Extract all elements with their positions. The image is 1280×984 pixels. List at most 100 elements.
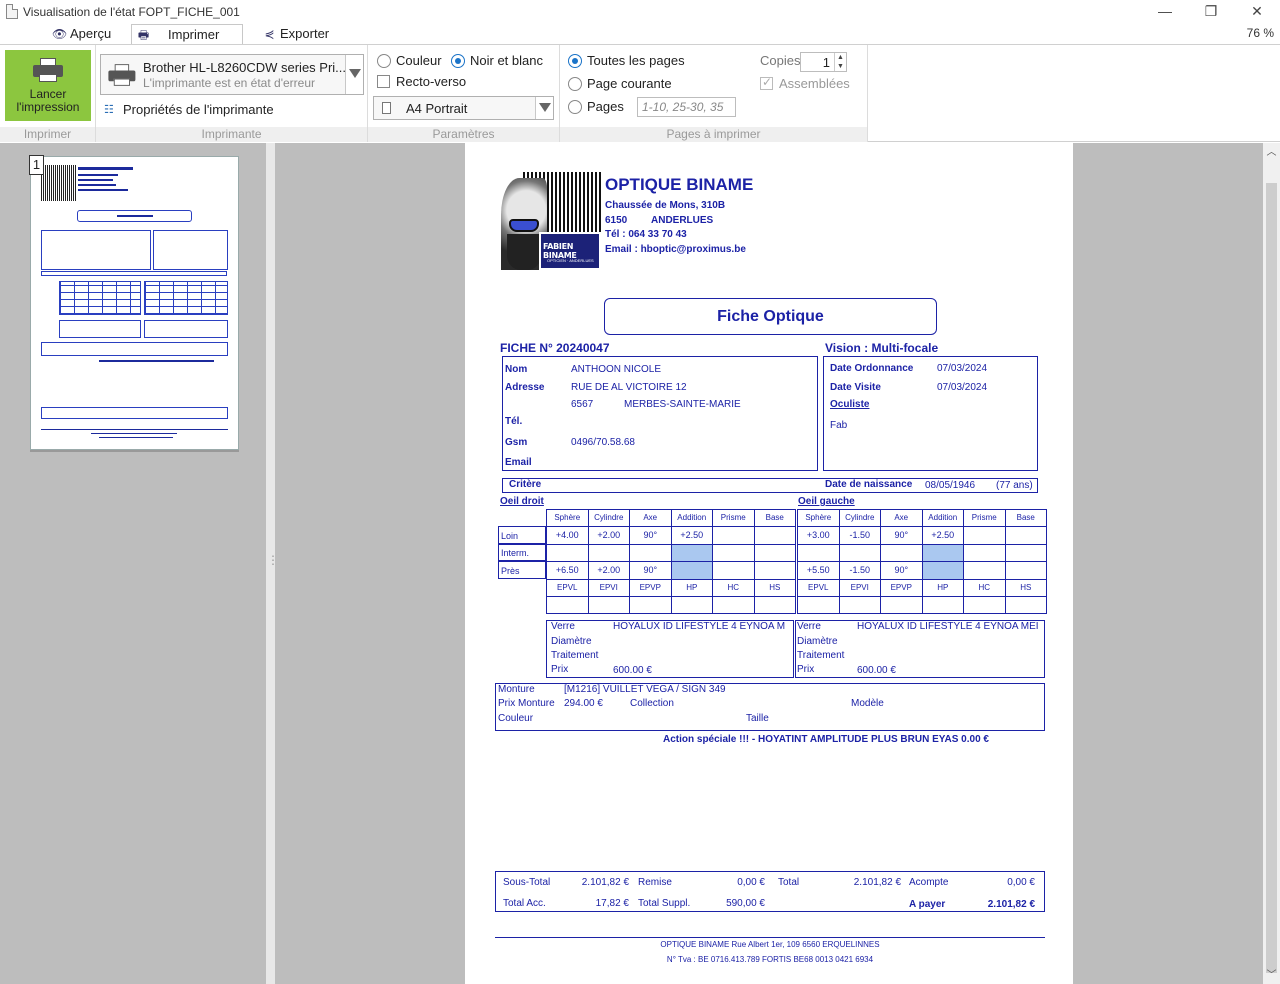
tab-imprimer[interactable]: 🖶 Imprimer xyxy=(131,24,243,45)
fiche-number: FICHE N° 20240047 xyxy=(500,341,610,355)
date-visite-label: Date Visite xyxy=(830,382,881,393)
grid-header: Addition xyxy=(921,509,964,527)
launch-print-button[interactable]: Lancer l'impression xyxy=(5,50,91,121)
printer-properties-label: Propriétés de l'imprimante xyxy=(123,102,274,117)
grid-cell xyxy=(1004,526,1047,545)
page-thumbnail[interactable] xyxy=(30,156,239,450)
grid-cell: +2.50 xyxy=(921,526,964,545)
grid-cell xyxy=(1004,561,1047,580)
grid-cell xyxy=(670,561,713,580)
share-icon: ⋞ xyxy=(264,27,275,41)
radio-current-page[interactable]: Page courante xyxy=(568,76,672,91)
grid-cell: 90° xyxy=(629,526,672,545)
paper-format-value: A4 Portrait xyxy=(406,101,468,116)
document-icon xyxy=(6,4,18,19)
ribbon: Lancer l'impression Imprimer Brother HL-… xyxy=(0,44,1280,142)
pages-range-input[interactable]: 1-10, 25-30, 35 xyxy=(637,97,736,117)
oeil-droit-label: Oeil droit xyxy=(500,496,544,507)
client-nom-label: Nom xyxy=(505,364,528,375)
grid-header: Base xyxy=(753,509,796,527)
grid-cell xyxy=(712,596,755,614)
grid-cell: -1.50 xyxy=(838,561,881,580)
sous-total-label: Sous-Total xyxy=(503,877,551,888)
radio-bw[interactable]: Noir et blanc xyxy=(451,53,543,68)
tab-bar: 👁 Aperçu 🖶 Imprimer ⋞ Exporter 76 % xyxy=(0,24,1280,45)
thumbnail-pane: 1 xyxy=(0,143,266,984)
preview-pane: FABIEN BINAME OPTICIEN · ANDERLUES OPTIQU… xyxy=(275,143,1263,984)
chevron-down-icon[interactable]: ﹀ xyxy=(1263,968,1280,984)
verre-left-trait-label: Traitement xyxy=(551,650,599,661)
client-tel-label: Tél. xyxy=(505,416,523,427)
checkbox-duplex[interactable]: Recto-verso xyxy=(377,74,466,89)
remise-label: Remise xyxy=(638,877,672,888)
pane-splitter[interactable] xyxy=(266,143,279,984)
paper-format-select[interactable]: A4 Portrait xyxy=(373,96,554,120)
client-zip: 6567 xyxy=(571,399,594,410)
company-zip: 6150 xyxy=(605,215,628,226)
chevron-up-icon: ▲ xyxy=(837,54,844,61)
document-page: FABIEN BINAME OPTICIEN · ANDERLUES OPTIQU… xyxy=(465,143,1073,984)
vertical-scrollbar[interactable]: ︿ ﹀ xyxy=(1263,143,1280,984)
page-icon xyxy=(382,102,391,114)
checkbox-collate[interactable]: Assemblées xyxy=(760,75,850,91)
printer-select[interactable]: Brother HL-L8260CDW series Pri... L'impr… xyxy=(100,54,364,95)
spin-buttons[interactable]: ▲ ▼ xyxy=(834,53,846,71)
copies-stepper[interactable]: 1 ▲ ▼ xyxy=(800,52,847,72)
grid-header: HC xyxy=(963,579,1006,597)
total-acc-label: Total Acc. xyxy=(503,898,546,909)
acompte-label: Acompte xyxy=(909,877,949,888)
tab-apercu[interactable]: 👁 Aperçu xyxy=(48,24,111,45)
grid-cell xyxy=(587,596,630,614)
chevron-down-icon[interactable] xyxy=(345,55,363,94)
grid-cell: 90° xyxy=(880,526,923,545)
oculiste-value: Fab xyxy=(830,420,848,431)
date-ordonnance-label: Date Ordonnance xyxy=(830,363,914,374)
grid-cell xyxy=(921,596,964,614)
apayer: 2.101,82 € xyxy=(987,899,1035,910)
printer-icon xyxy=(33,58,63,82)
checkbox-label: Recto-verso xyxy=(396,74,467,89)
radio-color[interactable]: Couleur xyxy=(377,53,442,68)
company-city: ANDERLUES xyxy=(651,215,714,226)
client-gsm: 0496/70.58.68 xyxy=(571,437,635,448)
checkbox-box xyxy=(377,75,390,88)
total-label: Total xyxy=(778,877,800,888)
grid-cell xyxy=(587,544,630,562)
monture-couleur-label: Couleur xyxy=(498,713,534,724)
grid-cell xyxy=(880,544,923,562)
minimize-button[interactable]: — xyxy=(1142,0,1188,24)
grid-header: HP xyxy=(921,579,964,597)
verre-right-prix: 600.00 € xyxy=(857,665,896,676)
action-speciale: Action spéciale !!! - HOYATINT AMPLITUDE… xyxy=(663,734,989,745)
apayer-label: A payer xyxy=(909,899,946,910)
radio-circle xyxy=(568,77,582,91)
group-label-params: Paramètres xyxy=(368,127,559,142)
close-button[interactable]: ✕ xyxy=(1234,0,1280,24)
zoom-level[interactable]: 76 % xyxy=(1247,26,1274,40)
grid-header: EPVP xyxy=(880,579,923,597)
row-label-loin: Loin xyxy=(501,531,519,541)
scrollbar-thumb[interactable] xyxy=(1266,183,1277,973)
grid-cell xyxy=(670,544,713,562)
grid-header: EPVI xyxy=(838,579,881,597)
radio-circle xyxy=(377,54,391,68)
radio-all-pages[interactable]: Toutes les pages xyxy=(568,53,685,68)
grid-header: Sphère xyxy=(797,509,840,527)
group-pages: Toutes les pages Page courante Pages 1-1… xyxy=(560,45,868,142)
restore-button[interactable]: ❐ xyxy=(1188,0,1234,24)
grid-header: HC xyxy=(712,579,755,597)
grid-cell xyxy=(921,544,964,562)
chevron-down-icon[interactable] xyxy=(535,97,553,119)
grid-header: Cylindre xyxy=(838,509,881,527)
chevron-up-icon[interactable]: ︿ xyxy=(1263,145,1280,161)
verre-right-diam-label: Diamètre xyxy=(797,636,838,647)
launch-print-label: Lancer l'impression xyxy=(16,87,80,114)
grid-cell xyxy=(712,561,755,580)
client-adresse-label: Adresse xyxy=(505,382,545,393)
grid-cell xyxy=(838,596,881,614)
printer-properties-button[interactable]: ☷ Propriétés de l'imprimante xyxy=(104,102,274,117)
tab-exporter[interactable]: ⋞ Exporter xyxy=(258,24,329,45)
radio-pages[interactable]: Pages xyxy=(568,99,624,114)
verre-right-prix-label: Prix xyxy=(797,664,815,675)
thumb-logo xyxy=(41,165,77,201)
